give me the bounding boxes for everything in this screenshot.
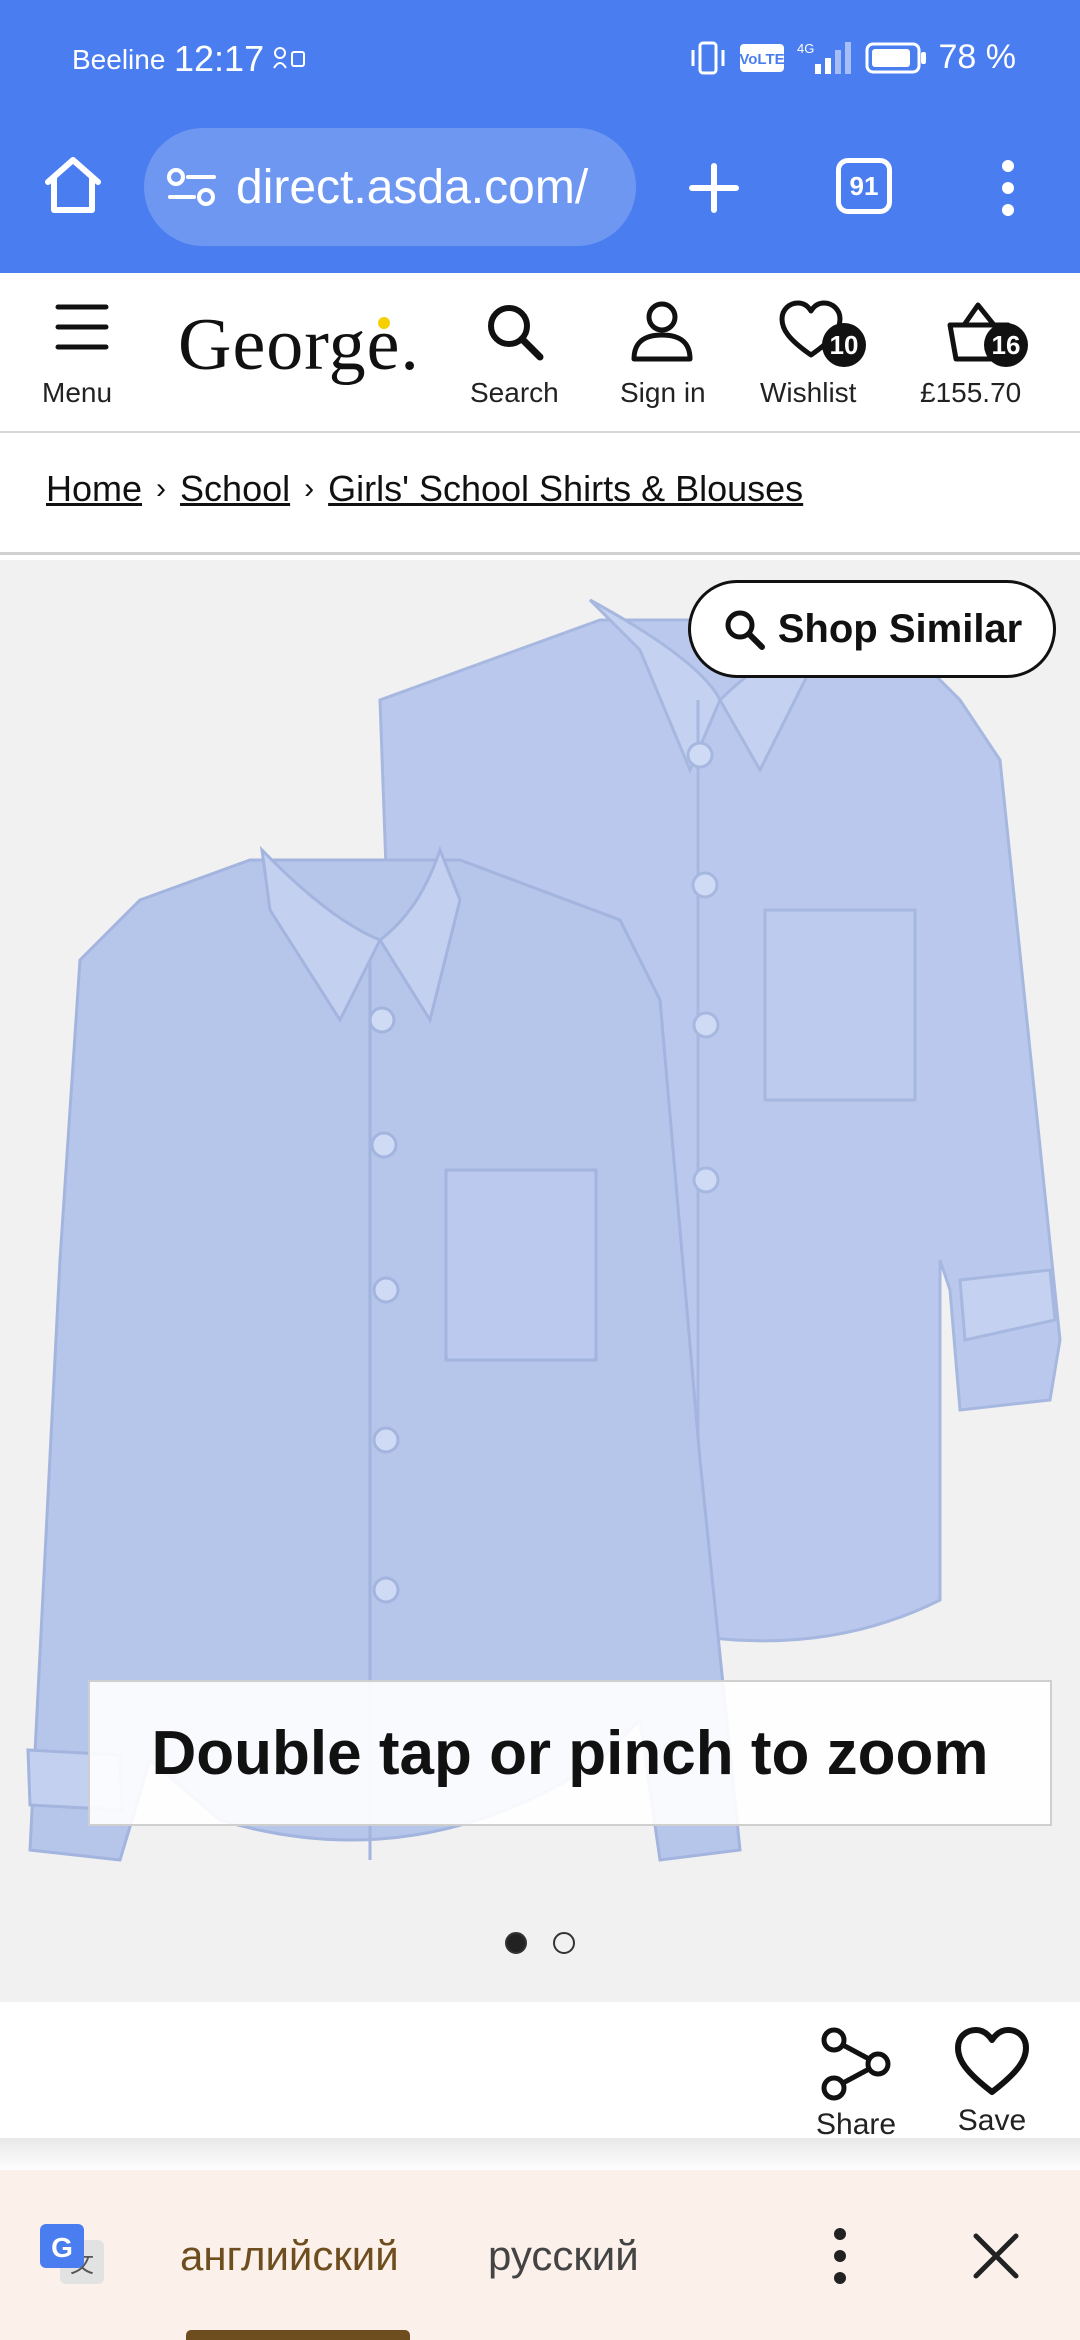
google-translate-icon[interactable]: 文 G <box>38 2222 108 2290</box>
share-icon <box>821 2027 891 2101</box>
zoom-hint: Double tap or pinch to zoom <box>88 1680 1052 1826</box>
shop-similar-label: Shop Similar <box>777 606 1023 651</box>
home-icon[interactable] <box>40 152 106 218</box>
battery-percent: 78 % <box>938 38 1017 76</box>
site-settings-icon[interactable] <box>166 167 218 207</box>
carrier-name: Beeline <box>72 44 166 75</box>
divider <box>0 552 1080 555</box>
save-label: Save <box>957 2104 1027 2137</box>
source-language-tab[interactable]: английский <box>180 2232 399 2280</box>
url-text: direct.asda.com/ <box>236 160 589 214</box>
share-button[interactable]: Share <box>816 2026 896 2142</box>
zoom-hint-text: Double tap or pinch to zoom <box>151 1718 989 1788</box>
sign-in-button[interactable]: Sign in <box>612 273 712 433</box>
menu-button[interactable]: Menu <box>22 273 142 433</box>
new-tab-icon[interactable] <box>686 160 742 216</box>
browser-menu-icon[interactable] <box>996 158 1020 218</box>
svg-text:G: G <box>51 2232 73 2263</box>
search-button[interactable]: Search <box>460 273 570 433</box>
svg-text:4G: 4G <box>797 41 814 56</box>
signal-icon: 4G <box>797 41 851 74</box>
basket-total: £155.70 <box>920 377 1022 408</box>
pager-dot[interactable] <box>553 1932 575 1954</box>
breadcrumb-separator: › <box>304 472 315 505</box>
product-actions: Share Save <box>0 2002 1080 2146</box>
svg-text:VoLTE: VoLTE <box>739 51 784 68</box>
battery-icon <box>865 42 926 73</box>
wishlist-button[interactable]: 10 Wishlist <box>756 273 868 433</box>
menu-label: Menu <box>42 377 113 408</box>
image-pager <box>0 1932 1080 1954</box>
status-bar: Beeline 12:17 VoLTE 4G 78 % <box>0 0 1080 122</box>
heart-icon <box>955 2027 1029 2095</box>
pager-dot-active[interactable] <box>505 1932 527 1954</box>
tab-count: 91 <box>849 170 879 201</box>
address-bar-row: direct.asda.com/ 91 <box>0 122 1080 272</box>
breadcrumb-separator: › <box>156 472 167 505</box>
vibrate-icon <box>691 41 724 74</box>
browser-chrome: Beeline 12:17 VoLTE 4G 78 % direct.asda.… <box>0 0 1080 273</box>
hamburger-icon <box>55 304 109 350</box>
basket-button[interactable]: 16 £155.70 <box>916 273 1036 433</box>
search-icon <box>488 305 544 361</box>
share-label: Share <box>816 2108 897 2141</box>
site-header: Menu George. Search Sign in 10 Wishlist … <box>0 273 1080 433</box>
target-language-tab[interactable]: русский <box>488 2232 639 2280</box>
url-bar[interactable]: direct.asda.com/ <box>144 128 636 246</box>
shop-similar-button[interactable]: Shop Similar <box>688 580 1056 678</box>
sheet-shadow <box>0 2138 1080 2172</box>
close-icon[interactable] <box>970 2230 1022 2282</box>
logo-accent-dot <box>378 317 390 329</box>
wishlist-count-badge: 10 <box>822 323 866 367</box>
george-logo[interactable]: George. <box>178 303 420 388</box>
data-saver-icon <box>273 47 305 69</box>
search-label: Search <box>470 377 559 408</box>
active-language-indicator <box>186 2330 410 2340</box>
breadcrumb-girls-shirts[interactable]: Girls' School Shirts & Blouses <box>328 468 803 510</box>
save-button[interactable]: Save <box>954 2026 1030 2138</box>
translate-menu-icon[interactable] <box>830 2226 850 2286</box>
breadcrumb: Home › School › Girls' School Shirts & B… <box>46 468 803 510</box>
basket-count-badge: 16 <box>984 323 1028 367</box>
clock: 12:17 <box>174 38 265 79</box>
volte-icon: VoLTE <box>739 43 784 72</box>
translate-bar: 文 G английский русский <box>0 2170 1080 2340</box>
user-icon <box>631 301 693 362</box>
breadcrumb-home[interactable]: Home <box>46 468 142 510</box>
tab-switcher-button[interactable]: 91 <box>836 158 892 214</box>
search-icon <box>725 610 765 650</box>
breadcrumb-school[interactable]: School <box>180 468 290 510</box>
product-image-gallery[interactable]: Shop Similar Double tap or pinch to zoom <box>0 560 1080 2002</box>
wishlist-label: Wishlist <box>760 377 857 408</box>
sign-in-label: Sign in <box>620 377 706 408</box>
